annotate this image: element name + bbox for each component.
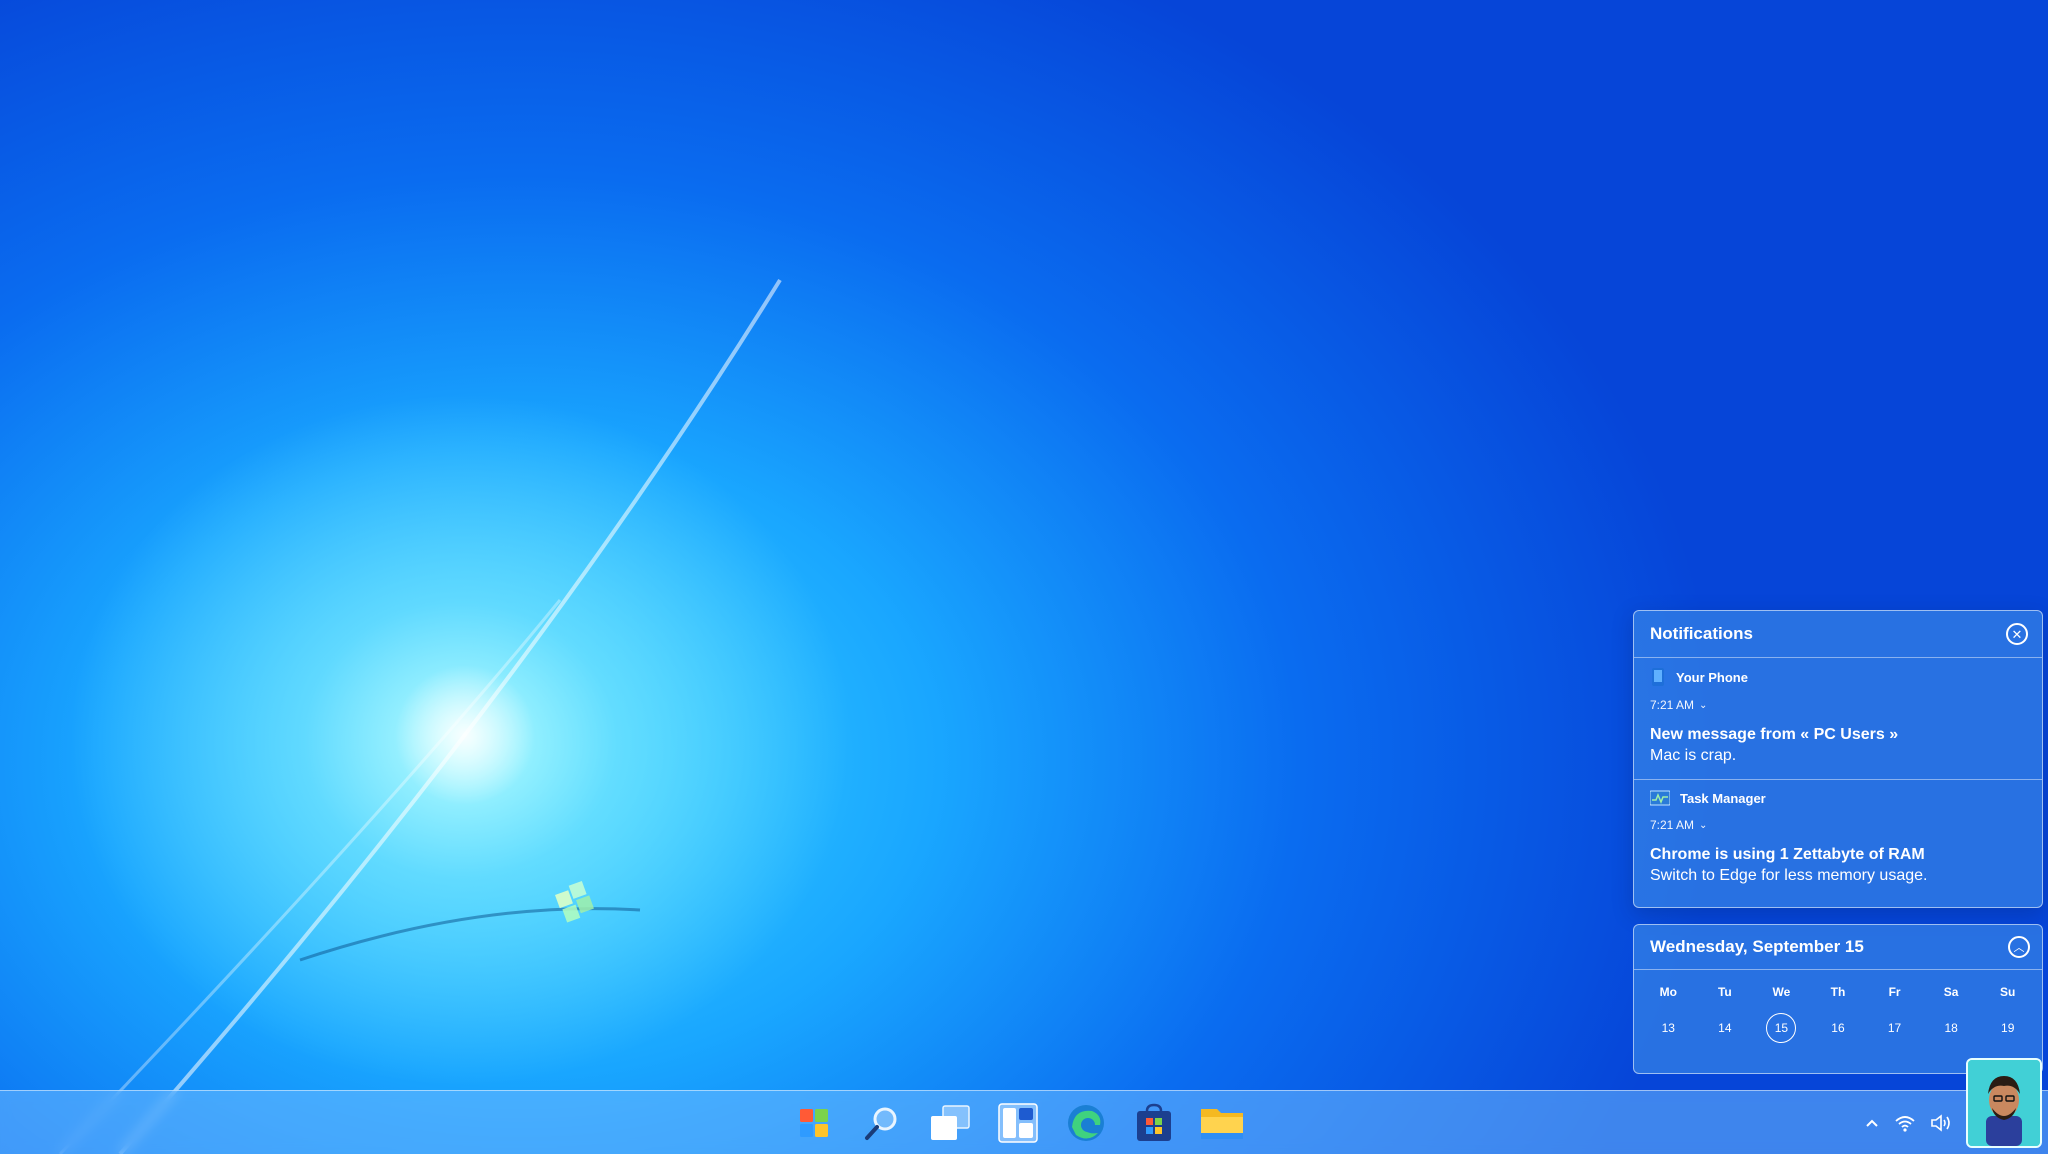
- edge-button[interactable]: [1062, 1099, 1110, 1147]
- chevron-up-icon[interactable]: ︿: [2008, 936, 2030, 958]
- calendar-day[interactable]: 19: [1979, 1008, 2036, 1048]
- volume-icon[interactable]: [1930, 1114, 1952, 1132]
- widgets-icon: [998, 1103, 1038, 1143]
- calendar-day[interactable]: 16: [1810, 1008, 1867, 1048]
- notification-app-name: Task Manager: [1680, 790, 1766, 806]
- task-manager-icon: [1650, 790, 1670, 806]
- wallpaper-logo: [555, 880, 594, 923]
- phone-icon: [1652, 668, 1664, 686]
- store-button[interactable]: [1130, 1099, 1178, 1147]
- desktop: Notifications ✕ Your Phone 7:21 AM ⌄ New…: [0, 0, 2048, 1154]
- calendar-day[interactable]: 14: [1697, 1008, 1754, 1048]
- weekday-label: Th: [1830, 985, 1846, 999]
- notification-message-title: Chrome is using 1 Zettabyte of RAM: [1650, 846, 1925, 863]
- calendar-flyout: Wednesday, September 15 ︿ Mo Tu We Th Fr…: [1633, 924, 2043, 1074]
- edge-icon: [1068, 1105, 1104, 1141]
- task-view-button[interactable]: [926, 1099, 974, 1147]
- chevron-down-icon: ⌄: [1699, 699, 1708, 711]
- search-button[interactable]: [858, 1099, 906, 1147]
- weekday-label: Su: [2000, 985, 2016, 999]
- notification-title: Notifications: [1650, 624, 1753, 643]
- notification-item[interactable]: Your Phone 7:21 AM ⌄ New message from « …: [1634, 658, 2042, 780]
- taskbar-apps: [790, 1099, 1246, 1147]
- search-icon: [865, 1107, 897, 1140]
- taskbar: [0, 1090, 2048, 1154]
- notification-time: 7:21 AM: [1650, 818, 1695, 832]
- start-button[interactable]: [790, 1099, 838, 1147]
- notification-header: Notifications ✕: [1634, 611, 2042, 658]
- notification-item[interactable]: Task Manager 7:21 AM ⌄ Chrome is using 1…: [1634, 780, 2042, 902]
- wifi-icon[interactable]: [1894, 1114, 1916, 1132]
- calendar-day-today[interactable]: 15: [1753, 1008, 1810, 1048]
- calendar-header: Wednesday, September 15 ︿: [1634, 925, 2042, 970]
- weekday-label: Fr: [1888, 985, 1901, 999]
- weekday-label: Sa: [1943, 985, 1959, 999]
- notification-message-body: Mac is crap.: [1650, 747, 1737, 764]
- close-icon[interactable]: ✕: [2006, 623, 2028, 645]
- notification-time-toggle[interactable]: 7:21 AM ⌄: [1650, 698, 2026, 712]
- widgets-button[interactable]: [994, 1099, 1042, 1147]
- file-explorer-icon: [1201, 1109, 1243, 1139]
- calendar-day[interactable]: 18: [1923, 1008, 1980, 1048]
- notification-time-toggle[interactable]: 7:21 AM ⌄: [1650, 818, 2026, 832]
- chevron-up-icon[interactable]: [1864, 1117, 1880, 1129]
- calendar-date: Wednesday, September 15: [1650, 937, 1864, 956]
- notification-app-name: Your Phone: [1676, 669, 1748, 685]
- notification-center: Notifications ✕ Your Phone 7:21 AM ⌄ New…: [1633, 610, 2043, 908]
- store-icon: [1137, 1103, 1171, 1141]
- weekday-label: Tu: [1717, 985, 1732, 999]
- notification-message-body: Switch to Edge for less memory usage.: [1650, 867, 1928, 884]
- weekday-label: Mo: [1659, 985, 1677, 999]
- avatar: [1966, 1058, 2042, 1148]
- calendar-day[interactable]: 13: [1640, 1008, 1697, 1048]
- task-view-icon: [931, 1105, 970, 1140]
- notification-time: 7:21 AM: [1650, 698, 1695, 712]
- start-icon: [800, 1109, 828, 1137]
- notification-message-title: New message from « PC Users »: [1650, 726, 1899, 743]
- file-explorer-button[interactable]: [1198, 1099, 1246, 1147]
- chevron-down-icon: ⌄: [1699, 819, 1708, 831]
- weekday-label: We: [1772, 985, 1791, 999]
- calendar-day[interactable]: 17: [1866, 1008, 1923, 1048]
- calendar-grid: Mo Tu We Th Fr Sa Su 13 14 15 16 17 18 1…: [1634, 970, 2042, 1048]
